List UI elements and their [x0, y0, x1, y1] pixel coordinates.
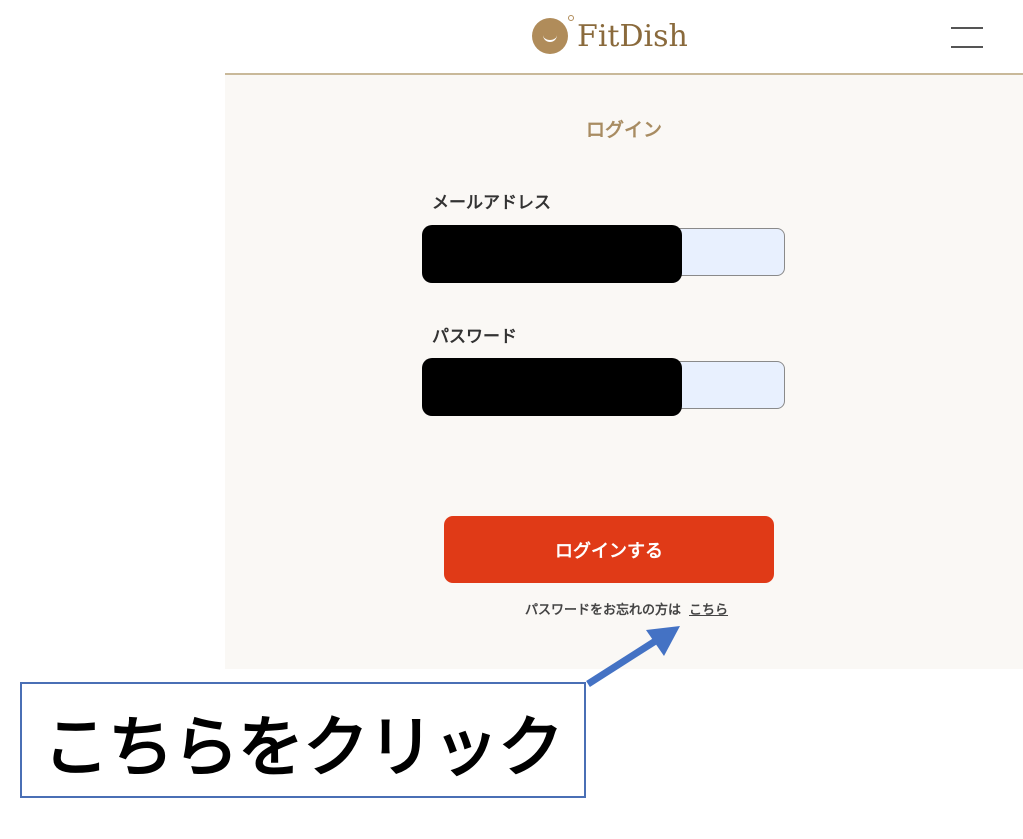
callout-text: こちらをクリック [43, 709, 564, 786]
page: FitDish ログイン メールアドレス パスワード ログインする パスワードを… [0, 0, 1023, 839]
annotation-callout: こちらをクリック [20, 682, 586, 798]
